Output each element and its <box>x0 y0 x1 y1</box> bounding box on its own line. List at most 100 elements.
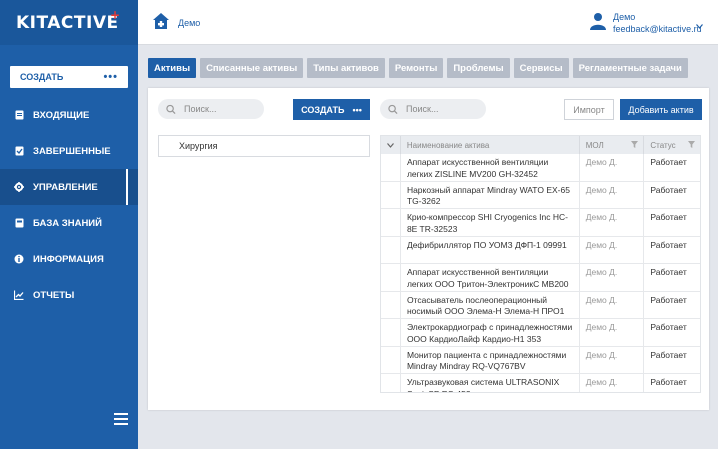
table-search <box>380 99 486 119</box>
mol-cell: Демо Д. <box>580 264 645 291</box>
status-cell: Работает <box>650 212 687 222</box>
row-expand-cell <box>381 291 401 318</box>
status-cell: Работает <box>650 377 687 387</box>
column-header-status[interactable]: Статус <box>644 136 700 154</box>
sidebar-item-completed[interactable]: ЗАВЕРШЕННЫЕ <box>0 133 138 169</box>
mol-cell: Демо Д. <box>580 181 645 208</box>
more-icon: ••• <box>352 104 362 115</box>
sidebar-item-knowledge-base[interactable]: БАЗА ЗНАНИЙ <box>0 205 138 241</box>
row-expand-cell <box>381 374 401 392</box>
table-row[interactable]: Наркозный аппарат Mindray WATO EX-65 TG-… <box>381 181 700 209</box>
asset-name-cell[interactable]: Дефибриллятор ПО УОМЗ ДФП-1 09991 <box>401 236 580 263</box>
search-icon <box>166 104 176 114</box>
status-cell: Работает <box>650 322 687 332</box>
sidebar-item-label: БАЗА ЗНАНИЙ <box>33 217 102 229</box>
status-cell: Работает <box>650 267 687 277</box>
asset-name-cell[interactable]: Ультразвуковая система ULTRASONIX SonixS… <box>401 374 580 392</box>
import-button[interactable]: Импорт <box>564 99 614 120</box>
gear-icon <box>14 182 24 192</box>
assets-table: Наименование актива МОЛ Статус Аппарат и… <box>380 135 701 393</box>
check-icon <box>14 146 24 156</box>
top-header: Демо Демо feedback@kitactive.ru <box>138 0 718 45</box>
mol-cell: Демо Д. <box>580 319 645 346</box>
book-icon <box>14 218 24 228</box>
asset-name-cell[interactable]: Электрокардиограф с принадлежностями ООО… <box>401 319 580 346</box>
chevron-down-icon <box>387 142 394 148</box>
asset-name-cell[interactable]: Отсасыватель послеоперационный носимый О… <box>401 291 580 318</box>
row-expand-cell <box>381 236 401 263</box>
user-icon[interactable] <box>590 12 606 30</box>
asset-name-cell[interactable]: Наркозный аппарат Mindray WATO EX-65 TG-… <box>401 181 580 208</box>
tab-scheduled-tasks[interactable]: Регламентные задачи <box>572 58 688 78</box>
search-icon <box>388 104 398 114</box>
menu-icon[interactable] <box>114 413 128 425</box>
breadcrumb[interactable]: Демо <box>178 18 200 28</box>
add-asset-button[interactable]: Добавить актив <box>620 99 702 120</box>
user-name[interactable]: Демо <box>613 12 635 22</box>
tab-written-off-assets[interactable]: Списанные активы <box>200 58 304 78</box>
table-row[interactable]: Дефибриллятор ПО УОМЗ ДФП-1 09991 Демо Д… <box>381 236 700 264</box>
status-cell: Работает <box>650 157 687 167</box>
chevron-down-icon[interactable] <box>696 22 703 31</box>
table-row[interactable]: Крио-компрессор SHI Cryogenics Inc HC-8E… <box>381 209 700 237</box>
table-row[interactable]: Монитор пациента с принадлежностями Mind… <box>381 346 700 374</box>
sidebar-create-label: СОЗДАТЬ <box>20 72 64 82</box>
app-logo[interactable]: KITACTIVE + <box>0 0 138 45</box>
status-cell: Работает <box>650 184 687 195</box>
tab-repairs[interactable]: Ремонты <box>388 58 444 78</box>
filter-icon[interactable] <box>631 141 639 148</box>
user-email[interactable]: feedback@kitactive.ru <box>613 24 702 34</box>
sidebar-nav: ВХОДЯЩИЕ ЗАВЕРШЕННЫЕ УПРАВЛЕНИЕ БАЗА ЗНА… <box>0 97 138 313</box>
sidebar-item-information[interactable]: ИНФОРМАЦИЯ <box>0 241 138 277</box>
mol-cell: Демо Д. <box>580 346 645 373</box>
logo-plus: + <box>110 8 121 22</box>
sidebar-item-label: ВХОДЯЩИЕ <box>33 109 90 121</box>
sidebar-item-reports[interactable]: ОТЧЕТЫ <box>0 277 138 313</box>
table-row[interactable]: Электрокардиограф с принадлежностями ООО… <box>381 319 700 347</box>
sidebar-item-label: ОТЧЕТЫ <box>33 289 75 301</box>
chart-icon <box>14 290 24 300</box>
create-button[interactable]: СОЗДАТЬ ••• <box>293 99 370 120</box>
tab-problems[interactable]: Проблемы <box>447 58 510 78</box>
inbox-icon <box>14 110 24 120</box>
asset-name-cell[interactable]: Аппарат искусственной вентиляции легких … <box>401 264 580 291</box>
expand-column-header[interactable] <box>381 136 401 154</box>
column-header-mol[interactable]: МОЛ <box>580 136 645 154</box>
table-row[interactable]: Отсасыватель послеоперационный носимый О… <box>381 291 700 319</box>
sidebar-item-inbox[interactable]: ВХОДЯЩИЕ <box>0 97 138 133</box>
row-expand-cell <box>381 154 401 181</box>
tab-services[interactable]: Сервисы <box>513 58 569 78</box>
tree-search-input[interactable] <box>184 104 264 114</box>
sidebar-create-button[interactable]: СОЗДАТЬ ••• <box>10 66 128 88</box>
mol-cell: Демо Д. <box>580 236 645 263</box>
table-row[interactable]: Аппарат искусственной вентиляции легких … <box>381 264 700 292</box>
asset-name-cell[interactable]: Аппарат искусственной вентиляции легких … <box>401 154 580 181</box>
table-row[interactable]: Ультразвуковая система ULTRASONIX SonixS… <box>381 374 700 392</box>
info-icon <box>14 254 24 264</box>
home-icon[interactable] <box>152 12 170 30</box>
sidebar-item-label: ЗАВЕРШЕННЫЕ <box>33 145 111 157</box>
row-expand-cell <box>381 181 401 208</box>
column-header-label: Статус <box>650 140 676 150</box>
column-header-label: Наименование актива <box>406 140 490 150</box>
sidebar-item-management[interactable]: УПРАВЛЕНИЕ <box>0 169 138 205</box>
row-expand-cell <box>381 264 401 291</box>
tree-item-surgery[interactable]: Хирургия <box>158 135 370 157</box>
asset-name-cell[interactable]: Крио-компрессор SHI Cryogenics Inc HC-8E… <box>401 209 580 236</box>
tab-asset-types[interactable]: Типы активов <box>307 58 385 78</box>
column-header-label: МОЛ <box>585 140 604 150</box>
sidebar: KITACTIVE + СОЗДАТЬ ••• ВХОДЯЩИЕ ЗАВЕРШЕ… <box>0 0 138 449</box>
mol-cell: Демо Д. <box>580 291 645 318</box>
column-header-name[interactable]: Наименование актива <box>401 136 580 154</box>
filter-icon[interactable] <box>688 141 695 148</box>
tab-assets[interactable]: Активы <box>148 58 197 78</box>
asset-name-cell[interactable]: Монитор пациента с принадлежностями Mind… <box>401 346 580 373</box>
row-expand-cell <box>381 346 401 373</box>
mol-cell: Демо Д. <box>580 154 645 181</box>
table-row[interactable]: Аппарат искусственной вентиляции легких … <box>381 154 700 182</box>
create-label: СОЗДАТЬ <box>301 104 345 115</box>
row-expand-cell <box>381 209 401 236</box>
tree-item-label: Хирургия <box>179 141 218 151</box>
mol-cell: Демо Д. <box>580 209 645 236</box>
table-search-input[interactable] <box>406 104 486 114</box>
